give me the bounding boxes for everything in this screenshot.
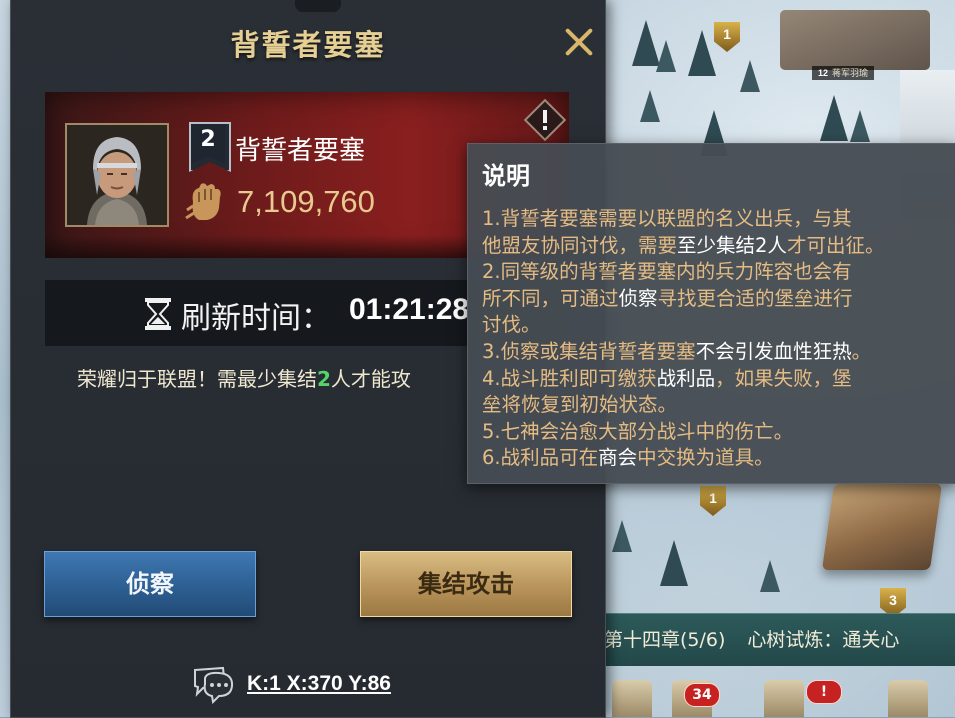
rally-requirement-suffix: 人才能攻 (330, 367, 411, 391)
rally-attack-button[interactable]: 集结攻击 (360, 551, 572, 617)
tooltip-text: 寻找更合适的堡垒进行 (657, 286, 853, 310)
helmet-knight-icon (67, 125, 167, 225)
fortress-power-value: 7,109,760 (237, 184, 375, 219)
tooltip-text: 2.同等级的背誓者要塞内的兵力阵容也会有 (482, 260, 852, 284)
tooltip-highlight: 至少集结2人 (677, 233, 787, 257)
refresh-countdown: 01:21:28 (349, 293, 470, 326)
tooltip-text: 他盟友协同讨伐，需要 (482, 233, 678, 257)
rally-requirement-prefix: 荣耀归于联盟！需最少集结 (77, 367, 317, 391)
tooltip-line: 4.战斗胜利即可缴获战利品，如果失败，堡 (482, 362, 852, 391)
tooltip-title: 说明 (482, 162, 530, 190)
tooltip-text: 5.七神会治愈大部分战斗中的伤亡。 (482, 419, 794, 443)
info-tooltip: 说明 1.背誓者要塞需要以联盟的名义出兵，与其 他盟友协同讨伐，需要至少集结2人才… (467, 143, 955, 484)
tooltip-text: 6.战利品可在 (482, 446, 599, 470)
alert-icon[interactable] (523, 98, 567, 142)
tooltip-text: 。 (851, 340, 872, 363)
map-tree (760, 560, 780, 592)
tooltip-highlight: 不会引发血性狂热 (695, 340, 852, 363)
tooltip-line: 他盟友协同讨伐，需要至少集结2人才可出征。 (482, 229, 884, 258)
map-fortress-building[interactable] (821, 484, 943, 570)
tooltip-text: ，如果失败，堡 (715, 366, 852, 390)
chat-icon[interactable] (189, 664, 237, 704)
alert-badge: ! (806, 680, 842, 704)
tooltip-line: 2.同等级的背誓者要塞内的兵力阵容也会有 (482, 255, 852, 284)
tooltip-line: 讨伐。 (482, 308, 541, 337)
panel-top-ornament (295, 0, 341, 12)
tooltip-line: 所不同，可通过侦察寻找更合适的堡垒进行 (482, 282, 853, 311)
tooltip-line: 1.背誓者要塞需要以联盟的名义出兵，与其 (482, 202, 852, 231)
rally-requirement-text: 荣耀归于联盟！需最少集结2人才能攻 (77, 363, 411, 392)
tooltip-text: 所不同，可通过 (482, 286, 619, 310)
commander-portrait (65, 123, 169, 227)
rally-min-count: 2 (317, 367, 331, 391)
map-player-tag[interactable]: 12 蒋军羽瑜 (812, 66, 875, 80)
tooltip-text: 讨伐。 (482, 313, 541, 337)
map-tree (660, 540, 688, 586)
tooltip-text: 垒将恢复到初始状态。 (482, 393, 678, 417)
map-player-name: 蒋军羽瑜 (832, 68, 869, 78)
map-level-marker[interactable]: 1 (700, 486, 726, 516)
map-tree (820, 95, 848, 141)
tooltip-text: 中交换为道具。 (637, 446, 774, 470)
map-level-marker[interactable]: 1 (714, 22, 740, 52)
tooltip-text: 才可出征。 (786, 233, 885, 257)
quest-chapter: 第十四章(5/6) (604, 629, 726, 651)
map-army-camp[interactable] (780, 10, 930, 70)
bottom-bar-icon[interactable] (764, 680, 804, 717)
tooltip-line: 5.七神会治愈大部分战斗中的伤亡。 (482, 415, 793, 444)
tooltip-highlight: 侦察 (618, 286, 658, 310)
quest-tracker[interactable]: 第十四章(5/6) 心树试炼：通关心 (600, 613, 955, 666)
tooltip-text: 4.战斗胜利即可缴获 (482, 366, 657, 390)
tooltip-line: 6.战利品可在商会中交换为道具。 (482, 441, 774, 470)
panel-title: 背誓者要塞 (230, 28, 386, 62)
map-player-level: 12 (818, 68, 829, 78)
map-tree (612, 520, 632, 552)
scout-button[interactable]: 侦察 (44, 551, 256, 617)
hourglass-icon (145, 298, 171, 330)
tooltip-text: 1.背誓者要塞需要以联盟的名义出兵，与其 (482, 207, 852, 230)
notification-count-badge: 34 (684, 683, 720, 707)
coordinates-link[interactable]: K:1 X:370 Y:86 (247, 672, 391, 696)
tooltip-text: 3.侦察或集结背誓者要塞 (482, 340, 696, 363)
tooltip-line: 3.侦察或集结背誓者要塞不会引发血性狂热。 (482, 335, 871, 364)
bottom-bar-icon[interactable] (612, 680, 652, 717)
map-tree (656, 40, 676, 72)
fortress-name: 背誓者要塞 (235, 136, 366, 166)
map-tree (850, 110, 870, 142)
close-icon[interactable] (559, 22, 599, 62)
tooltip-highlight: 商会 (598, 446, 638, 470)
bottom-bar-icon[interactable] (888, 680, 928, 717)
map-tree (740, 60, 760, 92)
refresh-label: 刷新时间： (181, 301, 331, 336)
quest-task: 心树试炼：通关心 (747, 629, 900, 651)
power-fist-icon (185, 183, 221, 220)
tooltip-line: 垒将恢复到初始状态。 (482, 388, 677, 417)
map-tree (640, 90, 660, 122)
map-tree (688, 30, 716, 76)
tooltip-highlight: 战利品 (656, 366, 716, 390)
